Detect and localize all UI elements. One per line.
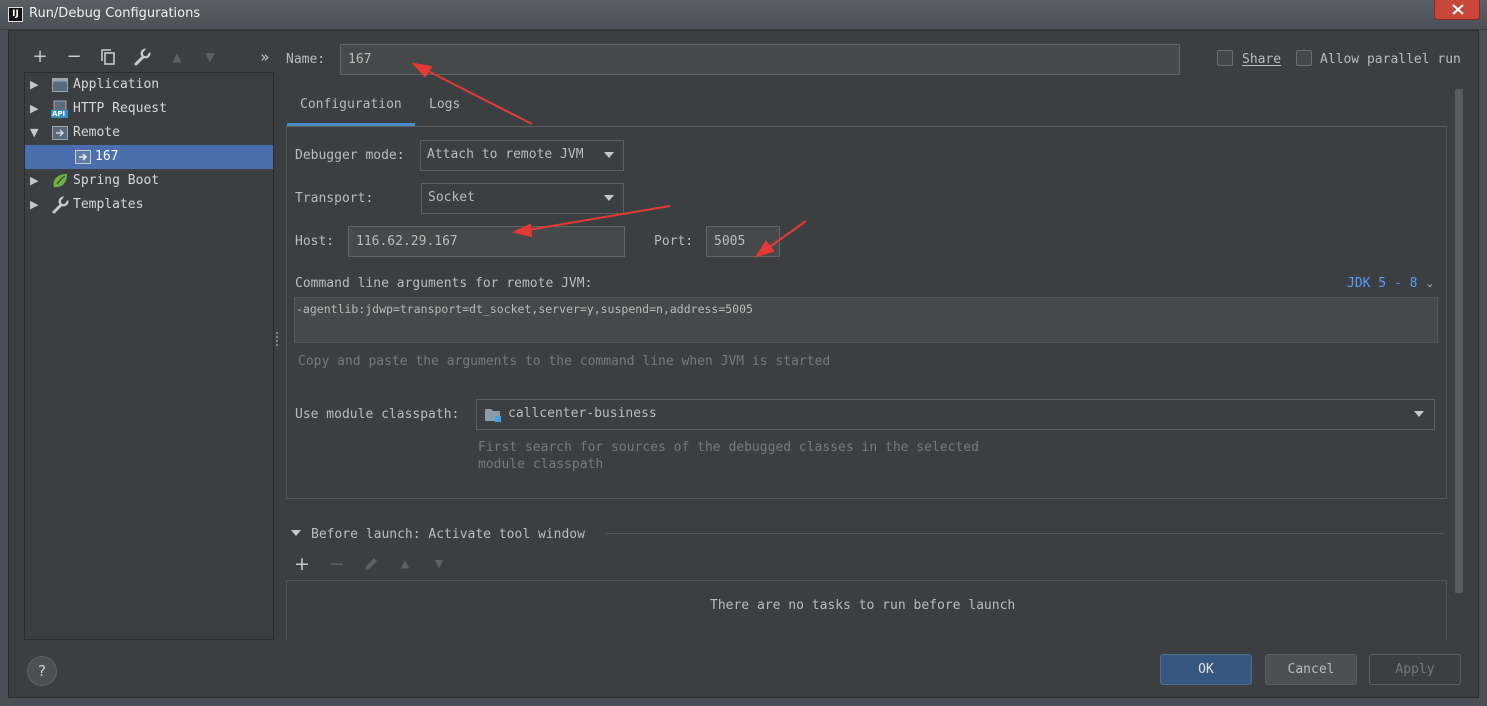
expand-arrow-icon[interactable]: ▶ (30, 102, 44, 116)
remote-icon (51, 124, 69, 142)
remove-task-button[interactable]: − (327, 554, 347, 574)
tree-item-spring-boot[interactable]: ▶ Spring Boot (25, 169, 273, 193)
tab-logs[interactable]: Logs (416, 90, 473, 126)
port-input[interactable] (706, 226, 780, 257)
host-input[interactable] (348, 226, 625, 257)
divider (606, 533, 1444, 534)
before-launch-collapse-icon[interactable] (291, 530, 301, 536)
remove-configuration-button[interactable]: − (63, 46, 85, 68)
move-down-button[interactable]: ▼ (199, 46, 221, 68)
expand-arrow-icon[interactable]: ▶ (30, 198, 44, 212)
expand-arrow-icon[interactable]: ▶ (30, 78, 44, 92)
module-classpath-hint: First search for sources of the debugged… (478, 440, 979, 455)
more-actions-button[interactable]: » (254, 46, 276, 68)
tree-item-label: Remote (73, 125, 120, 140)
application-icon (51, 76, 69, 94)
tree-item-http-request[interactable]: ▶ API HTTP Request (25, 97, 273, 121)
add-task-button[interactable]: + (292, 554, 312, 574)
transport-value: Socket (428, 190, 475, 205)
edit-templates-button[interactable] (131, 46, 153, 68)
jdk-version-selector[interactable]: JDK 5 - 8 ⌄ (1347, 276, 1435, 291)
add-configuration-button[interactable]: + (29, 46, 51, 68)
name-input[interactable] (340, 44, 1180, 75)
remote-config-icon (74, 148, 92, 166)
run-debug-dialog: + − ▲ ▼ » ▶ Application ▶ API HTTP Reque… (8, 30, 1479, 698)
tree-item-label: Application (73, 77, 160, 92)
tree-item-label: Templates (73, 197, 144, 212)
allow-parallel-run-checkbox[interactable] (1296, 50, 1312, 66)
name-label: Name: (286, 52, 326, 67)
pencil-icon (365, 558, 377, 570)
chevron-down-icon (604, 152, 614, 158)
tab-configuration[interactable]: Configuration (287, 90, 415, 126)
empty-tasks-text: There are no tasks to run before launch (710, 598, 1016, 613)
command-line-args-label: Command line arguments for remote JVM: (295, 276, 593, 291)
copy-icon (101, 49, 115, 65)
debugger-mode-dropdown[interactable]: Attach to remote JVM (420, 140, 624, 171)
configuration-tree: ▶ Application ▶ API HTTP Request ▼ Remot… (24, 72, 274, 640)
tree-item-templates[interactable]: ▶ Templates (25, 193, 273, 217)
before-launch-task-list: There are no tasks to run before launch (286, 580, 1447, 640)
share-label: Share (1242, 52, 1282, 67)
spring-boot-icon (51, 172, 69, 190)
host-label: Host: (295, 234, 335, 249)
tree-item-label: Spring Boot (73, 173, 160, 188)
api-icon: API (51, 100, 69, 118)
chevron-down-icon (604, 195, 614, 201)
tree-item-label: 167 (95, 149, 119, 164)
splitter-handle[interactable] (275, 331, 279, 347)
wrench-icon (51, 195, 69, 214)
share-checkbox[interactable] (1217, 50, 1233, 66)
wrench-icon (134, 47, 151, 66)
collapse-arrow-icon[interactable]: ▼ (30, 126, 44, 140)
intellij-app-icon: IJ (8, 7, 23, 22)
apply-button[interactable]: Apply (1369, 654, 1461, 685)
jdk-version-label: JDK 5 - 8 (1347, 276, 1418, 291)
allow-parallel-run-label: Allow parallel run (1320, 52, 1461, 67)
edit-task-button[interactable] (361, 554, 381, 574)
move-up-button[interactable]: ▲ (166, 46, 188, 68)
window-title: Run/Debug Configurations (29, 6, 201, 21)
cancel-button[interactable]: Cancel (1265, 654, 1357, 685)
tree-item-application[interactable]: ▶ Application (25, 73, 273, 97)
ok-button[interactable]: OK (1160, 654, 1252, 685)
command-line-args-hint: Copy and paste the arguments to the comm… (298, 354, 831, 369)
transport-label: Transport: (295, 191, 374, 206)
debugger-mode-value: Attach to remote JVM (427, 147, 584, 162)
tree-item-167[interactable]: 167 (25, 145, 273, 169)
port-label: Port: (654, 234, 694, 249)
window-close-button[interactable] (1434, 0, 1480, 20)
close-icon (1452, 4, 1464, 15)
module-classpath-label: Use module classpath: (295, 407, 460, 422)
tree-item-label: HTTP Request (73, 101, 167, 116)
tree-item-remote[interactable]: ▼ Remote (25, 121, 273, 145)
transport-dropdown[interactable]: Socket (421, 183, 624, 214)
help-button[interactable]: ? (27, 656, 57, 686)
copy-configuration-button[interactable] (97, 46, 119, 68)
module-classpath-value: callcenter-business (508, 406, 657, 421)
debugger-mode-label: Debugger mode: (295, 148, 405, 163)
title-bar: IJ Run/Debug Configurations (0, 0, 1487, 30)
before-launch-title: Before launch: Activate tool window (311, 527, 585, 542)
expand-arrow-icon[interactable]: ▶ (30, 174, 44, 188)
scrollbar-thumb[interactable] (1455, 89, 1463, 593)
command-line-args-field[interactable]: -agentlib:jdwp=transport=dt_socket,serve… (294, 297, 1438, 343)
chevron-down-icon (1414, 411, 1424, 417)
move-task-down-button[interactable]: ▼ (429, 554, 449, 574)
module-classpath-hint: module classpath (478, 457, 604, 472)
move-task-up-button[interactable]: ▲ (395, 554, 415, 574)
module-classpath-dropdown[interactable]: callcenter-business (476, 399, 1435, 430)
api-badge: API (52, 110, 66, 118)
module-folder-icon (484, 406, 502, 428)
chevron-down-icon: ⌄ (1425, 277, 1435, 290)
